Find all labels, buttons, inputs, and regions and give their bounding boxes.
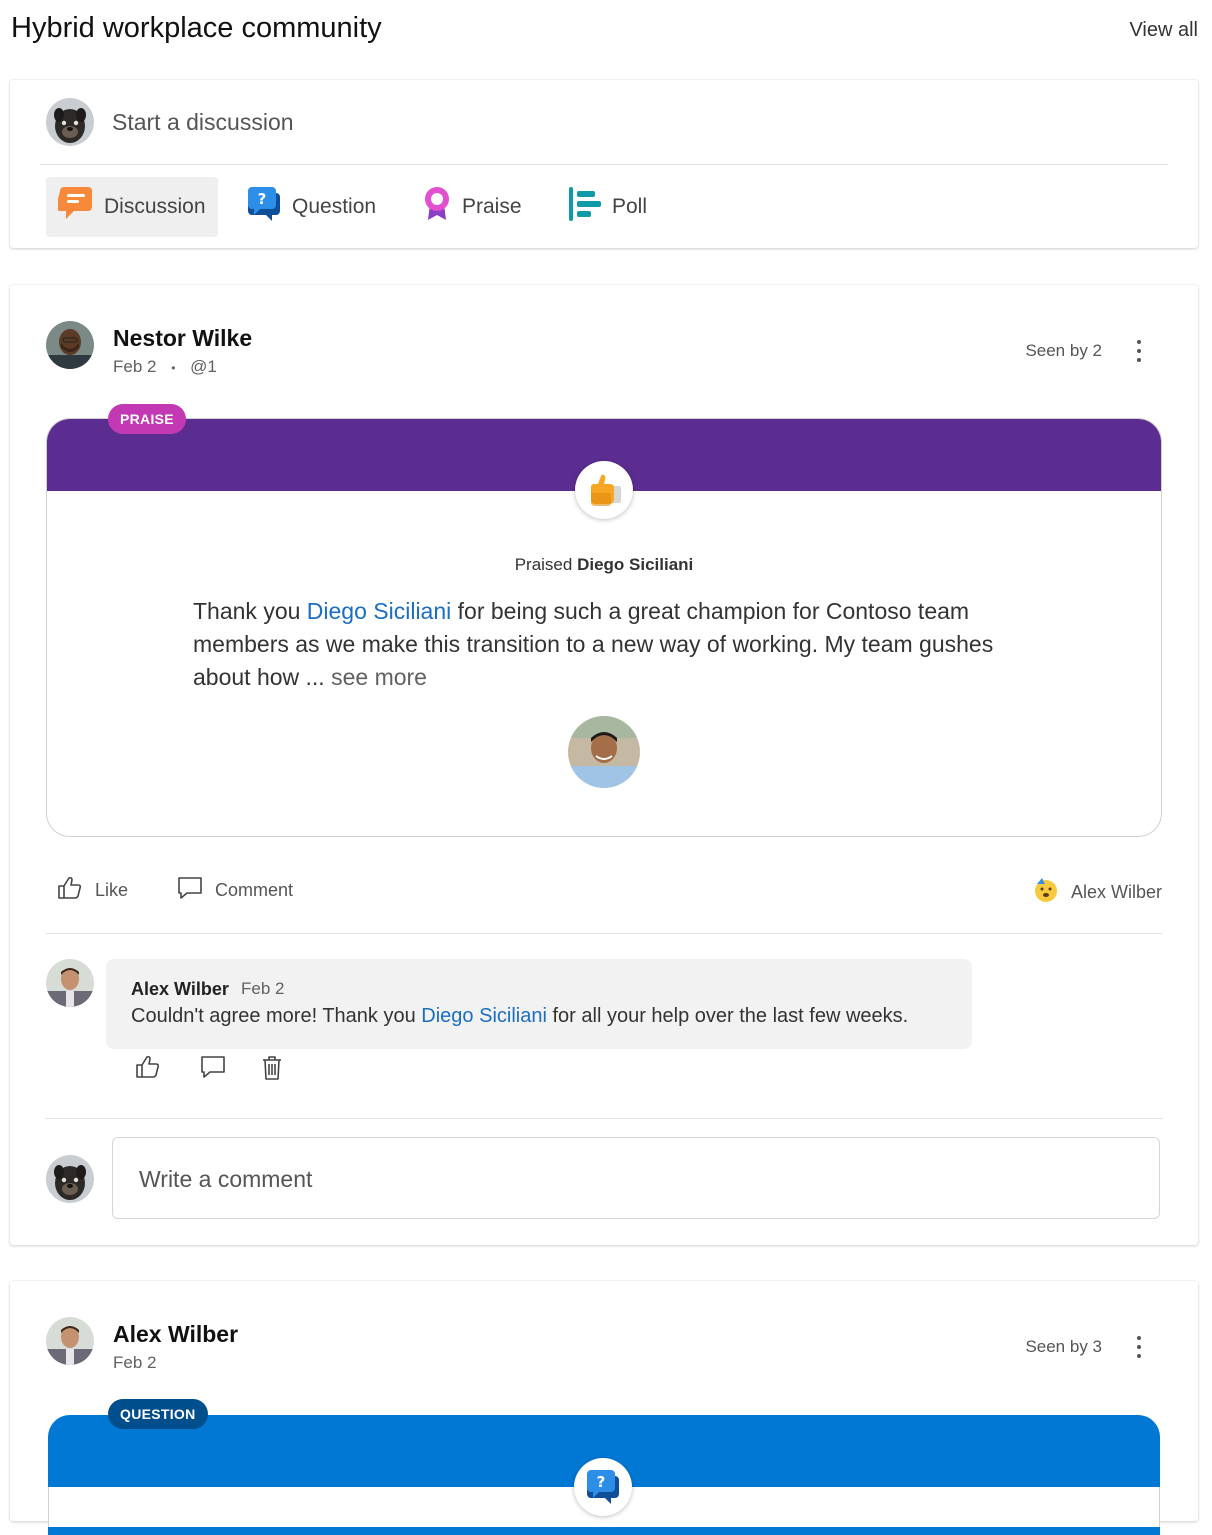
like-button[interactable]: Like [57, 876, 128, 905]
post-date: Feb 2 [113, 1353, 157, 1372]
praise-text: Thank you [193, 598, 307, 624]
author-avatar[interactable] [46, 1317, 94, 1365]
actions-divider [46, 933, 1162, 934]
praised-person[interactable]: Diego Siciliani [577, 555, 693, 574]
write-comment-input[interactable]: Write a comment [112, 1137, 1160, 1219]
comment-like-icon[interactable] [135, 1055, 161, 1084]
comment-reply-icon[interactable] [200, 1055, 226, 1084]
post-meta: Feb 2 • @1 [113, 357, 217, 377]
discussion-composer: Start a discussion Discussion ? Question [10, 80, 1198, 248]
post-mention: @1 [190, 357, 217, 376]
comment-text-part: Couldn't agree more! Thank you [131, 1005, 422, 1027]
praise-tag: PRAISE [108, 404, 186, 434]
post-type-praise[interactable]: Praise [410, 177, 534, 237]
question-icon: ? [246, 187, 282, 227]
more-options-icon[interactable] [1136, 339, 1142, 364]
view-all-link[interactable]: View all [1129, 19, 1198, 42]
praise-icon [422, 186, 452, 228]
discussion-icon [56, 187, 94, 227]
comments-divider [46, 1118, 1162, 1119]
post-type-label: Poll [612, 195, 648, 218]
post-type-discussion[interactable]: Discussion [46, 177, 218, 237]
mention-link[interactable]: Diego Siciliani [421, 1005, 547, 1027]
start-discussion-input[interactable]: Start a discussion [112, 109, 294, 136]
praise-card: Praised Diego Siciliani Thank you Diego … [46, 418, 1162, 837]
svg-text:?: ? [597, 1473, 606, 1491]
reactor-name: Alex Wilber [1070, 882, 1162, 902]
post-type-label: Question [292, 195, 377, 218]
post-type-label: Discussion [104, 195, 206, 218]
comment-icon [177, 876, 203, 905]
seen-by-count[interactable]: Seen by 3 [1025, 1337, 1102, 1357]
comment-button[interactable]: Comment [177, 876, 293, 905]
author-name[interactable]: Nestor Wilke [113, 325, 252, 352]
post-type-question[interactable]: ? Question [234, 177, 388, 237]
svg-text:?: ? [258, 190, 267, 208]
reactions-summary[interactable]: Alex Wilber [1033, 876, 1162, 909]
comment-text: Couldn't agree more! Thank you Diego Sic… [131, 1005, 908, 1028]
post-type-poll[interactable]: Poll [556, 177, 659, 237]
comment-author[interactable]: Alex Wilber [131, 979, 229, 1000]
poll-icon [568, 186, 602, 228]
composer-divider [40, 164, 1168, 165]
praised-person-avatar[interactable] [568, 716, 640, 788]
praised-line: Praised Diego Siciliani [47, 555, 1161, 575]
current-user-avatar [46, 1155, 94, 1203]
commenter-avatar[interactable] [46, 959, 94, 1007]
praised-prefix: Praised [514, 555, 573, 574]
praised-person-link[interactable]: Diego Siciliani [307, 598, 451, 624]
comment-date: Feb 2 [241, 979, 285, 998]
see-more-link[interactable]: see more [331, 664, 427, 690]
more-options-icon[interactable] [1136, 1335, 1142, 1360]
author-avatar[interactable] [46, 321, 94, 369]
question-post: Alex Wilber Feb 2 Seen by 3 ? QUESTION [10, 1281, 1198, 1535]
post-date: Feb 2 [113, 357, 157, 376]
thumbs-up-badge-icon [575, 461, 633, 519]
comment-text-part: for all your help over the last few week… [546, 1005, 909, 1027]
current-user-avatar [46, 98, 94, 146]
like-label: Like [95, 880, 129, 900]
comment-delete-icon[interactable] [261, 1055, 283, 1086]
seen-by-count[interactable]: Seen by 2 [1025, 341, 1102, 361]
comment-label: Comment [215, 880, 294, 900]
praise-post: Nestor Wilke Feb 2 • @1 Seen by 2 Praise… [10, 285, 1198, 1245]
author-name[interactable]: Alex Wilber [113, 1321, 238, 1348]
party-face-emoji-icon [1033, 876, 1059, 909]
praise-message: Thank you Diego Siciliani for being such… [193, 595, 1023, 694]
question-tag: QUESTION [108, 1399, 208, 1429]
page-title: Hybrid workplace community [11, 12, 382, 44]
like-icon [57, 876, 83, 905]
comment-bubble: Alex Wilber Feb 2 Couldn't agree more! T… [106, 959, 972, 1049]
meta-separator: • [171, 360, 176, 375]
question-badge-icon: ? [574, 1458, 632, 1516]
post-type-label: Praise [462, 195, 522, 218]
